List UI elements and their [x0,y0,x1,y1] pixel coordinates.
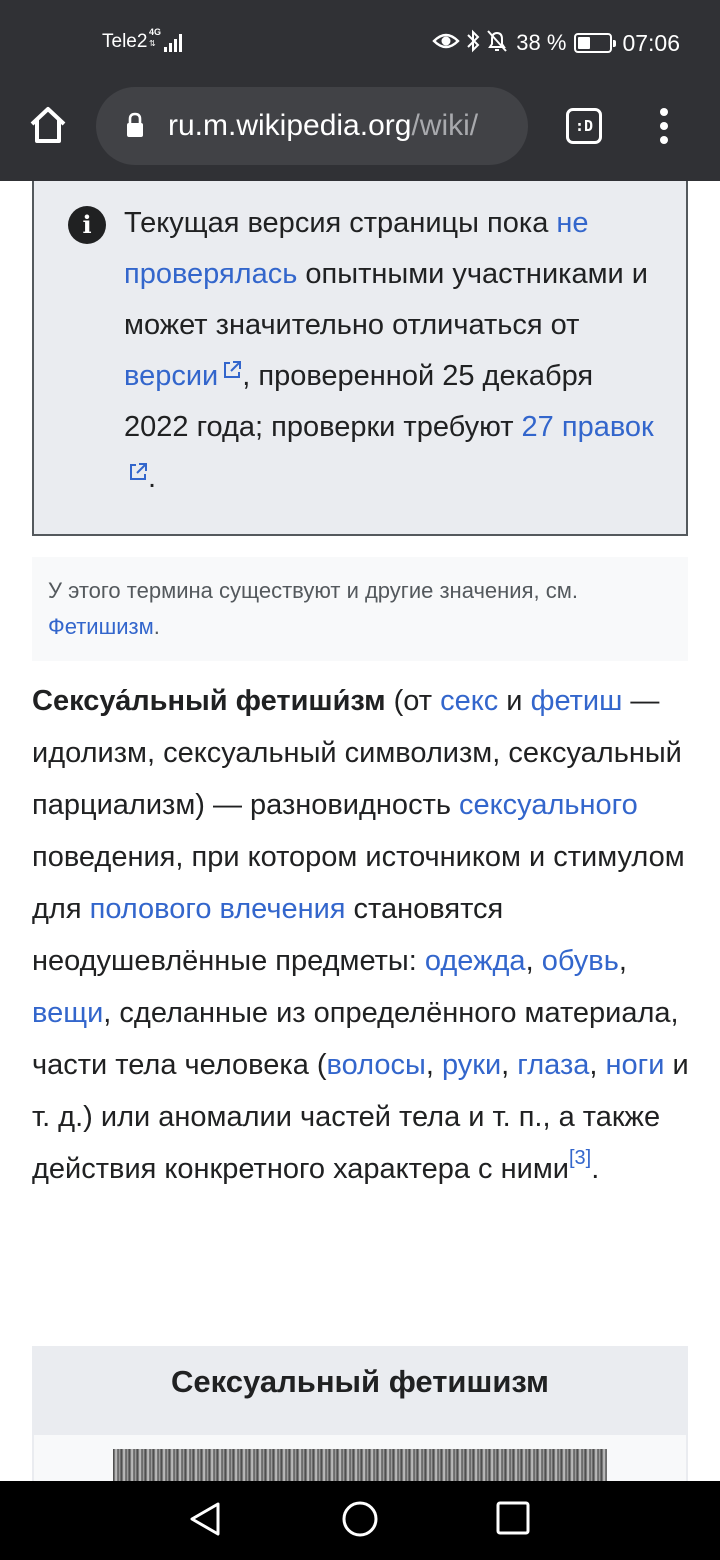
infobox-title: Сексуальный фетишизм [171,1364,549,1399]
infobox-image[interactable] [113,1449,607,1481]
notice-text: Текущая версия страницы пока не проверял… [124,198,664,504]
status-bar: Tele2 4G ⇅ 38 % 07:06 [0,0,720,84]
url-text: ru.m.wikipedia.org/wiki/ [168,108,478,144]
things-link[interactable]: вещи [32,997,103,1029]
url-host: ru.m.wikipedia.org [168,109,412,142]
lead-text: . [591,1153,600,1185]
browser-chrome: Tele2 4G ⇅ 38 % 07:06 ru.m.wikipedia.org… [0,0,720,181]
back-button[interactable] [186,1499,226,1539]
home-icon [30,107,66,143]
sexual-link[interactable]: сексуального [459,789,638,821]
hatnote-text: У этого термина существуют и другие знач… [48,578,578,603]
reference-3-link[interactable]: [3] [569,1147,591,1169]
carrier-name: Tele2 [102,31,148,52]
battery-percent: 38 % [516,30,567,55]
notice-text-1: Текущая версия страницы пока [124,207,557,239]
legs-link[interactable]: ноги [606,1049,665,1081]
bell-off-icon [486,29,508,58]
pending-changes-notice: i Текущая версия страницы пока не провер… [32,181,688,536]
url-path: /wiki/ [411,109,479,142]
external-link-icon [224,361,242,378]
system-nav-bar [0,1481,720,1560]
hair-link[interactable]: волосы [327,1049,426,1081]
recents-button[interactable] [494,1499,534,1539]
network-type: 4G [149,27,162,37]
back-triangle-icon [190,1502,220,1536]
signal-icon: 4G ⇅ [148,28,188,54]
battery-icon [574,33,617,53]
sexual-drive-link[interactable]: полового влечения [90,893,346,925]
hatnote-end: . [153,614,160,639]
article-term: Сексуа́льный фетиши́зм [32,685,386,717]
lead-text: , [501,1049,518,1081]
bluetooth-icon [466,29,480,58]
home-nav-button[interactable] [340,1499,380,1539]
notice-text-4: . [148,462,157,494]
checked-version-label: версии [124,360,219,392]
fetishism-disambig-link[interactable]: Фетишизм [48,614,154,639]
info-icon: i [68,206,106,244]
recents-square-icon [496,1501,530,1535]
fetish-link[interactable]: фетиш [531,685,623,717]
lead-text: , [425,1049,442,1081]
lead-text: , [525,945,542,977]
lock-icon [127,112,143,137]
status-icons: 38 % 07:06 [432,28,680,58]
disambiguation-hatnote: У этого термина существуют и другие знач… [32,557,688,661]
eye-icon [432,31,460,56]
infobox: Сексуальный фетишизм [32,1346,688,1481]
sex-link[interactable]: секс [440,685,498,717]
address-bar[interactable]: ru.m.wikipedia.org/wiki/ [96,87,528,165]
hands-link[interactable]: руки [442,1049,501,1081]
pending-edits-label: 27 правок [521,411,654,443]
clock: 07:06 [622,29,680,56]
home-circle-icon [342,1501,378,1537]
lead-text: , [618,945,627,977]
infobox-body [34,1435,686,1481]
more-menu-button[interactable] [650,106,678,146]
shoes-link[interactable]: обувь [542,945,619,977]
page-content: i Текущая версия страницы пока не провер… [0,181,720,1481]
clothes-link[interactable]: одежда [425,945,526,977]
external-link-icon [130,463,147,480]
data-arrows-icon: ⇅ [149,39,156,48]
lead-paragraph: Сексуа́льный фетиши́зм (от секс и фетиш … [32,675,692,1195]
home-button[interactable] [28,104,68,146]
lead-text: и [498,685,531,717]
lead-text: , [589,1049,606,1081]
checked-version-link[interactable]: версии [124,360,242,392]
tab-switcher-button[interactable]: :D [566,108,602,144]
eyes-link[interactable]: глаза [517,1049,589,1081]
lead-text: (от [385,685,441,717]
